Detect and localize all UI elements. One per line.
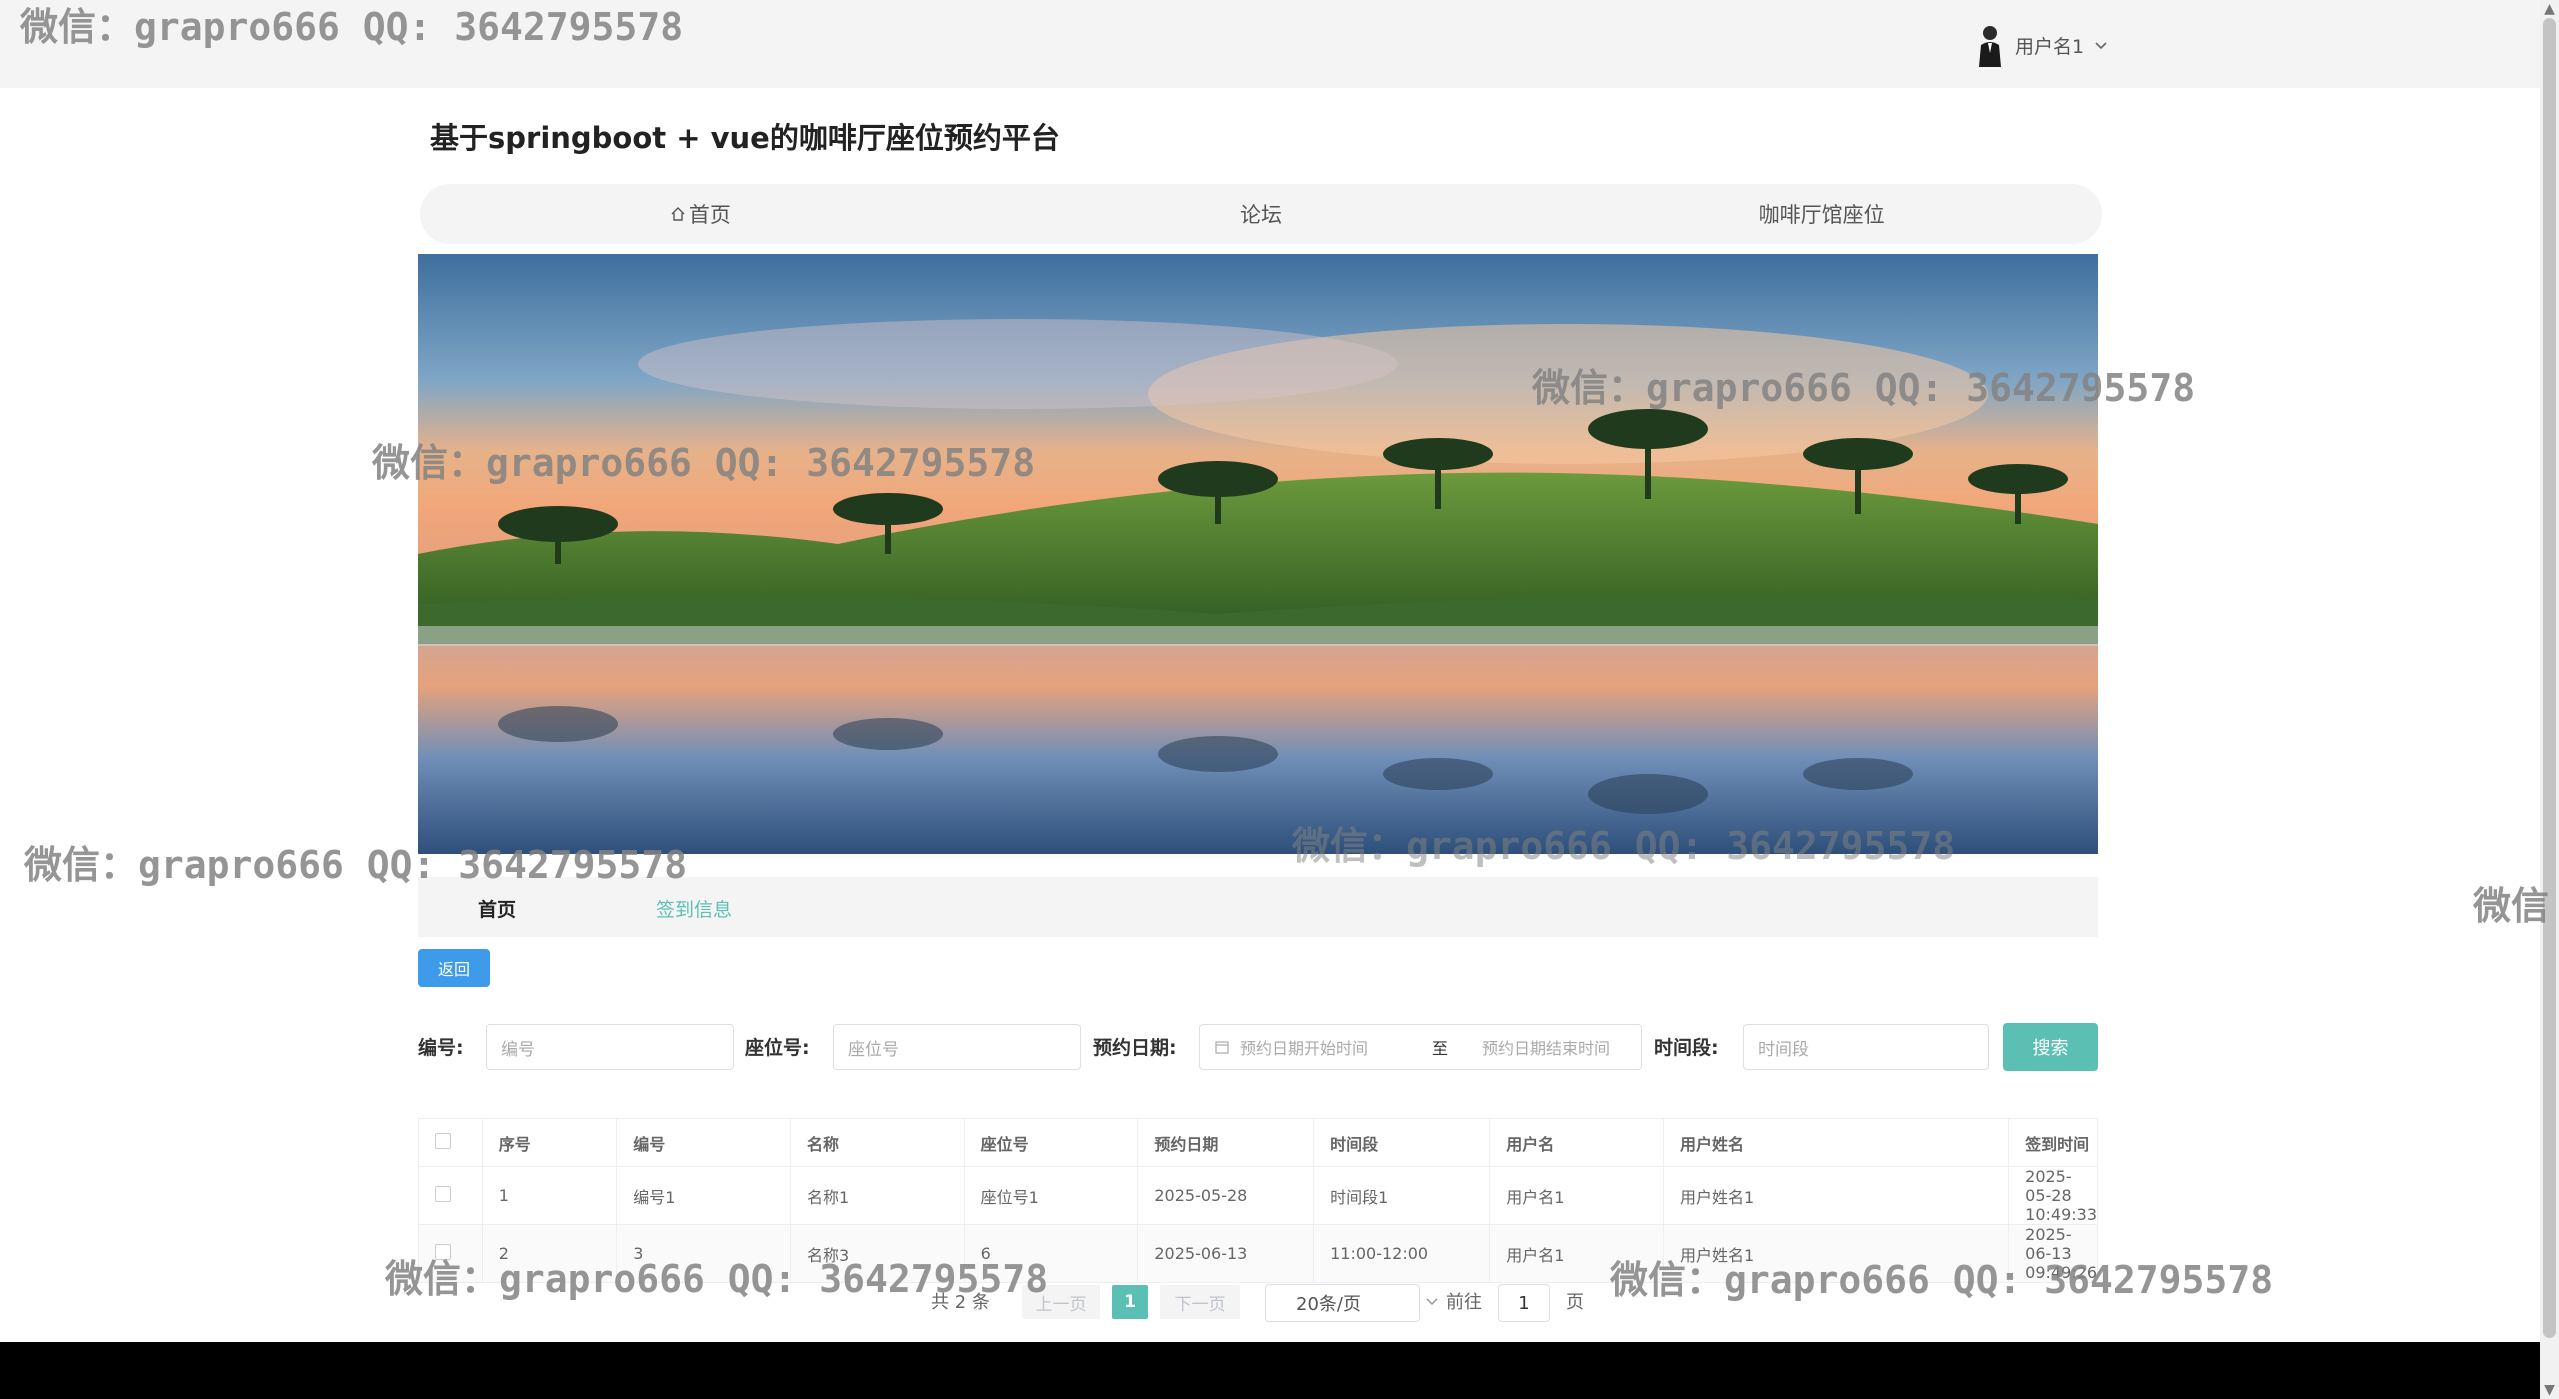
row-checkbox[interactable] bbox=[435, 1243, 451, 1260]
row-checkbox[interactable] bbox=[435, 1185, 451, 1202]
table-cell: 2025-06-13 bbox=[1137, 1224, 1315, 1283]
date-label: 预约日期: bbox=[1093, 1037, 1177, 1059]
slot-label: 时间段: bbox=[1654, 1037, 1719, 1059]
checkin-table: 序号 编号 名称 座位号 预约日期 时间段 用户名 用户姓名 签到时间 1 编号… bbox=[418, 1118, 2098, 1283]
nav-item-label: 咖啡厅馆座位 bbox=[1758, 203, 1885, 227]
page-size-value: 20条/页 bbox=[1296, 1294, 1361, 1315]
date-separator: 至 bbox=[1432, 1039, 1449, 1058]
code-label: 编号: bbox=[418, 1037, 464, 1059]
table-row[interactable]: 2 3 名称3 6 2025-06-13 11:00-12:00 用户名1 用户… bbox=[418, 1224, 2098, 1283]
scrollbar-thumb[interactable] bbox=[2543, 18, 2556, 1338]
goto-page-input[interactable]: 1 bbox=[1498, 1284, 1550, 1322]
table-cell: 名称3 bbox=[789, 1224, 965, 1283]
select-all-checkbox[interactable] bbox=[435, 1132, 451, 1149]
table-cell: 2 bbox=[481, 1224, 618, 1283]
table-cell: 3 bbox=[616, 1224, 791, 1283]
column-header: 编号 bbox=[616, 1118, 791, 1167]
current-page-button[interactable]: 1 bbox=[1112, 1285, 1148, 1319]
table-cell: 11:00-12:00 bbox=[1313, 1224, 1491, 1283]
row-select-cell[interactable] bbox=[418, 1224, 483, 1283]
column-header: 签到时间 bbox=[2008, 1118, 2098, 1167]
pagination-total: 共 2 条 bbox=[931, 1292, 990, 1313]
select-all-cell[interactable] bbox=[418, 1118, 483, 1167]
nav-item-seats[interactable]: 咖啡厅馆座位 bbox=[1541, 184, 2102, 244]
nav-item-home[interactable]: 首页 bbox=[420, 184, 981, 244]
table-cell: 2025-06-13 09:49:26 bbox=[2008, 1224, 2098, 1283]
username: 用户名1 bbox=[2015, 35, 2085, 58]
next-page-button[interactable]: 下一页 bbox=[1160, 1285, 1240, 1319]
column-header: 时间段 bbox=[1313, 1118, 1491, 1167]
calendar-icon bbox=[1214, 1039, 1230, 1055]
seat-input[interactable]: 座位号 bbox=[833, 1024, 1081, 1070]
table-cell: 6 bbox=[963, 1224, 1139, 1283]
chevron-down-icon bbox=[1425, 1297, 1439, 1307]
page-unit-label: 页 bbox=[1566, 1292, 1584, 1313]
table-header-row: 序号 编号 名称 座位号 预约日期 时间段 用户名 用户姓名 签到时间 bbox=[418, 1118, 2098, 1167]
top-bar: 用户名1 bbox=[0, 0, 2540, 88]
table-cell: 1 bbox=[481, 1166, 618, 1225]
table-cell: 用户名1 bbox=[1489, 1224, 1664, 1283]
avatar bbox=[1975, 23, 2005, 67]
date-end-input[interactable]: 预约日期结束时间 bbox=[1482, 1035, 1610, 1059]
column-header: 用户姓名 bbox=[1662, 1118, 2010, 1167]
nav-item-forum[interactable]: 论坛 bbox=[981, 184, 1542, 244]
banner-image bbox=[418, 254, 2098, 854]
column-header: 序号 bbox=[481, 1118, 618, 1167]
table-cell: 2025-05-28 bbox=[1137, 1166, 1315, 1225]
column-header: 座位号 bbox=[963, 1118, 1139, 1167]
column-header: 名称 bbox=[789, 1118, 965, 1167]
breadcrumb: 首页 签到信息 bbox=[418, 877, 2098, 937]
main-nav: 首页 论坛 咖啡厅馆座位 bbox=[420, 184, 2102, 244]
table-cell: 2025-05-28 10:49:33 bbox=[2008, 1166, 2098, 1225]
home-icon bbox=[670, 206, 686, 222]
user-menu[interactable]: 用户名1 bbox=[1975, 20, 2108, 70]
nav-item-label: 论坛 bbox=[1240, 203, 1282, 227]
column-header: 预约日期 bbox=[1137, 1118, 1315, 1167]
slot-placeholder: 时间段 bbox=[1758, 1039, 1809, 1060]
code-placeholder: 编号 bbox=[501, 1039, 535, 1060]
scroll-down-icon[interactable]: ▼ bbox=[2542, 1383, 2557, 1397]
table-cell: 用户姓名1 bbox=[1662, 1224, 2010, 1283]
nav-item-label: 首页 bbox=[688, 203, 731, 227]
slot-input[interactable]: 时间段 bbox=[1743, 1024, 1989, 1070]
chevron-down-icon bbox=[2094, 34, 2108, 56]
date-start-input[interactable]: 预约日期开始时间 bbox=[1240, 1035, 1432, 1059]
table-cell: 编号1 bbox=[616, 1166, 791, 1225]
seat-placeholder: 座位号 bbox=[848, 1039, 899, 1060]
row-select-cell[interactable] bbox=[418, 1166, 483, 1225]
table-row[interactable]: 1 编号1 名称1 座位号1 2025-05-28 时间段1 用户名1 用户姓名… bbox=[418, 1166, 2098, 1225]
seat-label: 座位号: bbox=[745, 1037, 810, 1059]
bottom-bar bbox=[0, 1342, 2540, 1399]
page-size-select[interactable]: 20条/页 bbox=[1265, 1284, 1438, 1322]
table-cell: 用户名1 bbox=[1489, 1166, 1664, 1225]
table-cell: 用户姓名1 bbox=[1662, 1166, 2010, 1225]
code-input[interactable]: 编号 bbox=[486, 1024, 734, 1070]
breadcrumb-current[interactable]: 签到信息 bbox=[656, 895, 732, 922]
page-title: 基于springboot + vue的咖啡厅座位预约平台 bbox=[430, 121, 1060, 155]
back-button[interactable]: 返回 bbox=[418, 949, 490, 987]
search-button[interactable]: 搜索 bbox=[2003, 1023, 2098, 1071]
table-cell: 时间段1 bbox=[1313, 1166, 1491, 1225]
table-cell: 座位号1 bbox=[963, 1166, 1139, 1225]
date-range-picker[interactable]: 预约日期开始时间 至 预约日期结束时间 bbox=[1199, 1024, 1642, 1070]
table-cell: 名称1 bbox=[789, 1166, 965, 1225]
prev-page-button[interactable]: 上一页 bbox=[1022, 1285, 1100, 1319]
scroll-up-icon[interactable]: ▲ bbox=[2542, 2, 2557, 16]
breadcrumb-home[interactable]: 首页 bbox=[478, 895, 516, 922]
watermark-text: 微信 bbox=[2473, 884, 2550, 928]
goto-label: 前往 bbox=[1446, 1292, 1482, 1313]
column-header: 用户名 bbox=[1489, 1118, 1664, 1167]
